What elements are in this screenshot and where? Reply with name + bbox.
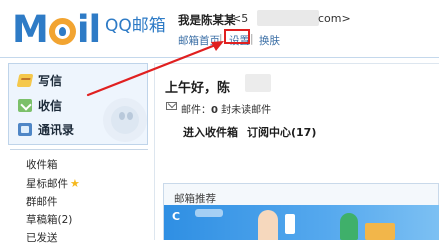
banner-letter: C — [172, 210, 181, 223]
recommend-title: 邮箱推荐 — [174, 193, 216, 205]
header-divider — [0, 57, 439, 58]
contacts-button[interactable]: 通讯录 — [18, 121, 74, 138]
folder-sent[interactable]: 已发送 — [26, 230, 58, 245]
nav-separator: | — [219, 33, 223, 45]
user-email-suffix: com> — [318, 12, 351, 25]
banner-folder-illustration — [365, 223, 395, 240]
go-to-inbox-link[interactable]: 进入收件箱 — [183, 124, 238, 140]
sidebar-divider — [10, 149, 148, 150]
pencil-icon — [16, 74, 34, 87]
receive-mail-label: 收信 — [38, 99, 63, 113]
nav-mail-home-link[interactable]: 邮箱首页 — [178, 33, 220, 48]
logo-qq-text: QQ邮箱 — [105, 16, 166, 36]
settings-highlight-box — [224, 29, 250, 44]
folder-group-mail[interactable]: 群邮件 — [26, 194, 58, 209]
contacts-label: 通讯录 — [38, 123, 75, 137]
nav-separator: | — [250, 33, 254, 45]
folder-drafts[interactable]: 草稿箱(2) — [26, 212, 72, 227]
greeting-text: 上午好，陈 — [165, 81, 231, 96]
receive-mail-button[interactable]: 收信 — [18, 97, 62, 114]
folder-starred[interactable]: 星标邮件 ★ — [26, 176, 80, 191]
unread-count: 0 — [211, 105, 218, 116]
contacts-icon — [18, 123, 32, 136]
banner-text-blur — [195, 209, 223, 217]
unread-suffix: 封未读邮件 — [217, 105, 272, 116]
write-mail-button[interactable]: 写信 — [16, 72, 63, 89]
unread-mail-status[interactable]: 邮件：0 封未读邮件 — [181, 101, 271, 116]
folder-inbox[interactable]: 收件箱 — [26, 157, 58, 172]
logo-letters-il: il — [76, 8, 101, 51]
write-mail-label: 写信 — [38, 74, 63, 88]
nav-change-skin-link[interactable]: 换肤 — [259, 33, 280, 48]
qq-mascot-watermark-icon — [103, 98, 147, 142]
banner-person-illustration — [258, 210, 278, 240]
email-redacted-area — [257, 10, 319, 26]
subscription-center-link[interactable]: 订阅中心(17) — [247, 124, 316, 140]
user-name: 我是陈某某 — [178, 13, 236, 27]
star-icon: ★ — [70, 177, 80, 190]
inbox-icon — [18, 99, 32, 112]
user-email-prefix: <5 — [232, 12, 249, 25]
qq-mail-logo[interactable]: M il — [12, 8, 101, 51]
banner-phone-illustration — [285, 214, 295, 234]
envelope-icon — [166, 102, 177, 110]
unread-prefix: 邮件： — [181, 105, 211, 116]
name-redacted-area — [245, 74, 271, 92]
banner-plant-illustration — [340, 213, 358, 240]
folder-starred-label: 星标邮件 — [26, 178, 68, 190]
logo-o-mascot-icon — [48, 17, 76, 45]
logo-letter-m: M — [12, 8, 49, 51]
